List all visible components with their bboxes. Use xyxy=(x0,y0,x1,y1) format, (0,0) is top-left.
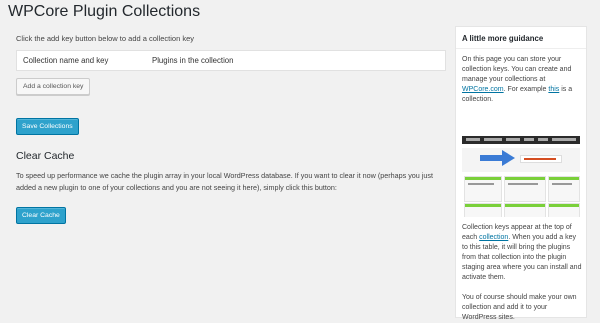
wpcore-link[interactable]: WPCore.com xyxy=(462,86,504,93)
collection-link[interactable]: collection xyxy=(479,234,508,241)
sidebar-paragraph-2: Collection keys appear at the top of eac… xyxy=(462,224,582,281)
sidebar-title: A little more guidance xyxy=(462,34,544,43)
collection-screenshot-image xyxy=(462,136,580,217)
arrow-icon xyxy=(480,155,502,161)
instruction-text: Click the add key button below to add a … xyxy=(16,34,195,43)
sidebar-divider xyxy=(456,48,586,49)
clear-cache-button[interactable]: Clear Cache xyxy=(16,207,66,224)
column-header-plugins: Plugins in the collection xyxy=(152,56,234,65)
save-collections-button[interactable]: Save Collections xyxy=(16,118,79,135)
guidance-sidebar: A little more guidance On this page you … xyxy=(455,26,587,321)
clear-cache-description: To speed up performance we cache the plu… xyxy=(16,171,433,192)
collection-keys-table: Collection name and key Plugins in the c… xyxy=(16,50,446,71)
sidebar-paragraph-3: You of course should make your own colle… xyxy=(462,294,577,321)
clear-cache-heading: Clear Cache xyxy=(16,150,75,162)
add-collection-key-button[interactable]: Add a collection key xyxy=(16,78,91,95)
page-title: WPCore Plugin Collections xyxy=(8,3,201,20)
sidebar-paragraph-1: On this page you can store your collecti… xyxy=(462,56,573,103)
column-header-collection-key: Collection name and key xyxy=(23,56,109,65)
example-collection-link[interactable]: this xyxy=(548,86,559,93)
